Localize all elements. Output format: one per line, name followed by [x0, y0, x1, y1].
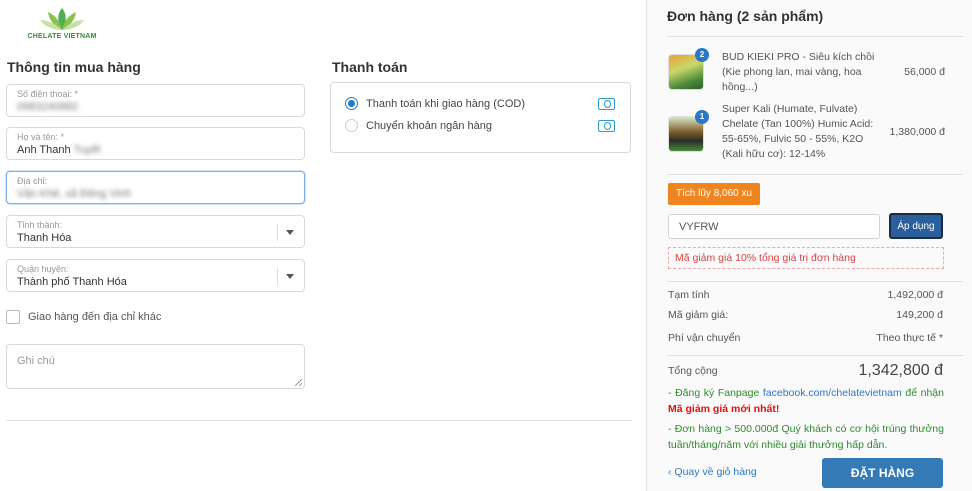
name-label: Họ và tên: * — [17, 132, 65, 142]
back-to-cart-label: Quay về giỏ hàng — [674, 466, 757, 478]
subtotal-label: Tạm tính — [668, 289, 710, 301]
coupon-message: Mã giảm giá 10% tổng giá trị đơn hàng — [668, 247, 944, 269]
name-first: Anh Thanh — [17, 144, 71, 156]
address-field[interactable]: Địa chỉ: Vân Khê, xã Đông Vinh — [6, 171, 305, 204]
product-price: 56,000 đ — [904, 66, 945, 78]
subtotal-value: 1,492,000 đ — [887, 289, 943, 301]
province-value: Thanh Hóa — [17, 232, 72, 244]
coupon-value: VYFRW — [679, 221, 719, 233]
quantity-badge: 2 — [695, 48, 709, 62]
chevron-left-icon: ‹ — [668, 466, 672, 478]
payment-radio-bank[interactable] — [345, 119, 358, 132]
checkout-page: CHELATE VIETNAM Thông tin mua hàng Số đi… — [0, 0, 972, 491]
ship-other-address-row[interactable]: Giao hàng đến địa chỉ khác — [6, 310, 161, 324]
payment-option-cod[interactable]: Thanh toán khi giao hàng (COD) — [345, 97, 615, 110]
brand-logo[interactable]: CHELATE VIETNAM — [26, 6, 98, 46]
payment-option-label: Chuyển khoản ngân hàng — [366, 119, 492, 132]
payment-options: Thanh toán khi giao hàng (COD) Chuyển kh… — [330, 82, 631, 153]
select-separator — [277, 224, 278, 241]
total-value: 1,342,800 đ — [858, 362, 943, 379]
order-summary: Đơn hàng (2 sản phẩm) 2 BUD KIEKI PRO - … — [646, 0, 972, 491]
ship-other-address-label: Giao hàng đến địa chỉ khác — [28, 311, 162, 323]
district-select[interactable]: Quận huyện: Thành phố Thanh Hóa — [6, 259, 305, 292]
note-textarea[interactable]: Ghi chú — [6, 344, 305, 389]
shipping-label: Phí vận chuyển — [668, 332, 741, 344]
lotus-logo-icon — [40, 8, 84, 30]
name-last: Tuyết — [73, 144, 101, 156]
note-placeholder: Ghi chú — [17, 355, 55, 367]
money-icon — [598, 119, 615, 132]
product-thumbnail: 1 — [668, 110, 709, 152]
order-title: Đơn hàng (2 sản phẩm) — [667, 8, 824, 24]
points-badge: Tích lũy 8,060 xu — [668, 183, 760, 205]
name-value: Anh Thanh Tuyết — [17, 144, 101, 156]
fanpage-note: - Đăng ký Fanpage facebook.com/chelatevi… — [668, 385, 944, 417]
money-icon — [598, 97, 615, 110]
district-label: Quận huyện: — [17, 264, 69, 274]
note1-mid: để nhận — [905, 387, 944, 399]
province-select[interactable]: Tỉnh thành: Thanh Hóa — [6, 215, 305, 248]
divider — [667, 355, 963, 356]
customer-info-title: Thông tin mua hàng — [7, 59, 141, 75]
shipping-value: Theo thực tế * — [876, 332, 943, 344]
ship-other-address-checkbox[interactable] — [6, 310, 20, 324]
phone-label: Số điện thoại: * — [17, 89, 79, 99]
divider — [667, 174, 963, 175]
name-field[interactable]: Họ và tên: * Anh Thanh Tuyết — [6, 127, 305, 160]
divider — [667, 36, 963, 37]
product-name: Super Kali (Humate, Fulvate) Chelate (Ta… — [722, 103, 874, 160]
address-value: Vân Khê, xã Đông Vinh — [17, 188, 132, 200]
chevron-down-icon[interactable] — [286, 230, 294, 235]
phone-field[interactable]: Số điện thoại: * 0983240882 — [6, 84, 305, 117]
payment-radio-cod[interactable] — [345, 97, 358, 110]
address-label: Địa chỉ: — [17, 176, 48, 186]
note1-prefix: - Đăng ký Fanpage — [668, 387, 760, 399]
resize-handle-icon[interactable] — [295, 379, 302, 386]
phone-value: 0983240882 — [17, 101, 79, 113]
product-price: 1,380,000 đ — [889, 126, 945, 138]
prize-note: - Đơn hàng > 500.000đ Quý khách có cơ hộ… — [668, 423, 944, 451]
back-to-cart-link[interactable]: ‹ Quay về giỏ hàng — [668, 466, 757, 478]
fanpage-link[interactable]: facebook.com/chelatevietnam — [763, 387, 902, 399]
product-name: BUD KIEKI PRO - Siêu kích chồi (Kie phon… — [722, 51, 875, 93]
chevron-down-icon[interactable] — [286, 274, 294, 279]
logo-text: CHELATE VIETNAM — [27, 33, 97, 40]
province-label: Tỉnh thành: — [17, 220, 63, 230]
apply-coupon-button[interactable]: Áp dụng — [889, 213, 943, 239]
total-label: Tổng cộng — [668, 365, 718, 377]
discount-label: Mã giảm giá: — [668, 309, 729, 321]
payment-option-label: Thanh toán khi giao hàng (COD) — [366, 97, 525, 110]
product-thumbnail: 2 — [668, 48, 709, 90]
quantity-badge: 1 — [695, 110, 709, 124]
select-separator — [277, 268, 278, 285]
payment-option-bank[interactable]: Chuyển khoản ngân hàng — [345, 119, 615, 132]
discount-value: 149,200 đ — [896, 309, 943, 321]
payment-title: Thanh toán — [332, 59, 408, 75]
note1-promo: Mã giảm giá mới nhất! — [668, 403, 780, 415]
divider — [667, 281, 963, 282]
coupon-input[interactable]: VYFRW — [668, 214, 880, 239]
divider — [6, 420, 632, 421]
place-order-button[interactable]: ĐẶT HÀNG — [822, 458, 943, 488]
district-value: Thành phố Thanh Hóa — [17, 276, 127, 288]
